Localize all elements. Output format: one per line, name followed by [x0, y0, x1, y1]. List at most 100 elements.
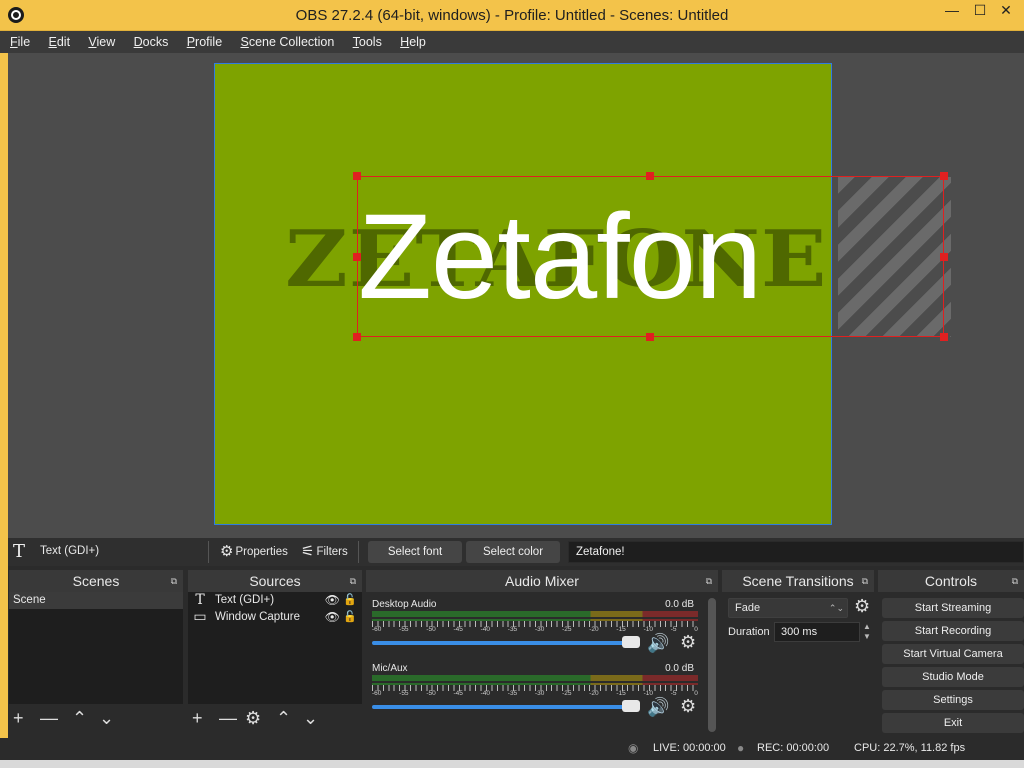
undock-icon[interactable]: ⧉ [706, 570, 712, 592]
scene-item[interactable]: Scene [9, 592, 183, 609]
docks-area: Scenes ⧉ Scene + — ⌃ ⌄ Sources ⧉ T Text … [8, 566, 1024, 738]
duration-label: Duration [728, 626, 770, 638]
toolbar-divider [358, 541, 359, 563]
filter-icon: ⚟ [301, 543, 315, 560]
gear-icon[interactable]: ⚙ [245, 708, 261, 729]
start-recording-button[interactable]: Start Recording [882, 621, 1024, 641]
chevron-up-down-icon: ⌃⌄ [828, 603, 844, 613]
select-color-button[interactable]: Select color [466, 541, 560, 563]
exit-button[interactable]: Exit [882, 713, 1024, 733]
controls-body: Start Streaming Start Recording Start Vi… [878, 592, 1024, 734]
speaker-icon[interactable]: 🔊 [647, 697, 669, 718]
resize-handle-top-left[interactable] [353, 172, 361, 180]
gear-icon: ⚙ [220, 543, 234, 560]
undock-icon[interactable]: ⧉ [350, 570, 356, 592]
settings-button[interactable]: Settings [882, 690, 1024, 710]
studio-mode-button[interactable]: Studio Mode [882, 667, 1024, 687]
move-up-icon[interactable]: ⌃ [276, 708, 291, 729]
duration-spinner-icon[interactable]: ▲ ▼ [860, 622, 874, 642]
minimize-button[interactable]: — [938, 0, 966, 22]
start-virtual-camera-button[interactable]: Start Virtual Camera [882, 644, 1024, 664]
volume-meter [372, 675, 698, 681]
close-button[interactable]: ✕ [992, 0, 1020, 22]
scenes-list[interactable]: Scene [9, 592, 183, 704]
selection-bounding-box[interactable] [357, 176, 944, 337]
add-scene-icon[interactable]: + [13, 708, 24, 729]
title-bar: OBS 27.2.4 (64-bit, windows) - Profile: … [0, 0, 1024, 31]
move-up-icon[interactable]: ⌃ [72, 708, 87, 729]
undock-icon[interactable]: ⧉ [171, 570, 177, 592]
sources-footer: + — ⚙ ⌃ ⌄ [188, 704, 362, 734]
select-font-button[interactable]: Select font [368, 541, 462, 563]
status-bar: ◉ LIVE: 00:00:00 ● REC: 00:00:00 CPU: 22… [0, 738, 1024, 760]
volume-slider-handle[interactable] [622, 636, 640, 648]
menu-docks[interactable]: Docks [129, 31, 174, 53]
resize-handle-left[interactable] [353, 253, 361, 261]
mixer-channels: Desktop Audio 0.0 dB -60 -55 -50 -45 -40 -35-… [366, 592, 718, 734]
controls-dock: Controls ⧉ Start Streaming Start Recordi… [878, 570, 1024, 734]
channel-volume-db: 0.0 dB [665, 599, 694, 610]
sources-list[interactable]: T Text (GDI+) 👁 🔓 ▭ Window Capture 👁 🔓 [188, 592, 362, 704]
window-frame-edge [0, 53, 8, 738]
scene-transitions-title: Scene Transitions ⧉ [722, 570, 874, 592]
move-down-icon[interactable]: ⌄ [303, 708, 318, 729]
source-item[interactable]: ▭ Window Capture 👁 🔓 [188, 609, 362, 626]
move-down-icon[interactable]: ⌄ [99, 708, 114, 729]
volume-slider[interactable] [372, 705, 640, 709]
sources-dock: Sources ⧉ T Text (GDI+) 👁 🔓 ▭ Window Cap… [188, 570, 362, 734]
properties-button[interactable]: ⚙ Properties [220, 540, 288, 564]
lock-icon[interactable]: 🔓 [343, 609, 357, 626]
menu-scene-collection[interactable]: Scene Collection [235, 31, 339, 53]
volume-slider-handle[interactable] [622, 700, 640, 712]
menu-file[interactable]: File [5, 31, 35, 53]
maximize-button[interactable]: ☐ [966, 0, 994, 22]
gear-icon[interactable]: ⚙ [680, 696, 696, 717]
source-item[interactable]: T Text (GDI+) 👁 🔓 [188, 592, 362, 609]
lock-icon[interactable]: 🔓 [343, 592, 357, 609]
scenes-dock: Scenes ⧉ Scene + — ⌃ ⌄ [9, 570, 183, 734]
source-text-input[interactable]: Zetafone! [568, 541, 1024, 563]
menu-view[interactable]: View [83, 31, 120, 53]
volume-slider[interactable] [372, 641, 640, 645]
window-title: OBS 27.2.4 (64-bit, windows) - Profile: … [295, 7, 729, 24]
visibility-eye-icon[interactable]: 👁 [325, 609, 340, 626]
text-icon: T [195, 592, 205, 608]
mixer-channel: Desktop Audio 0.0 dB -60 -55 -50 -45 -40 -35-… [370, 599, 698, 661]
resize-handle-bottom-left[interactable] [353, 333, 361, 341]
mixer-scrollbar[interactable] [708, 598, 716, 732]
source-toolbar: T Text (GDI+) ⚙ Properties ⚟ Filters Selec… [8, 538, 1024, 566]
transition-select[interactable]: Fade ⌃⌄ [728, 598, 848, 618]
resize-handle-right[interactable] [940, 253, 948, 261]
resize-handle-bottom[interactable] [646, 333, 654, 341]
live-broadcast-icon: ◉ [628, 741, 639, 755]
resize-handle-bottom-right[interactable] [940, 333, 948, 341]
gear-icon[interactable]: ⚙ [680, 632, 696, 653]
resize-handle-top[interactable] [646, 172, 654, 180]
speaker-icon[interactable]: 🔊 [647, 633, 669, 654]
menu-help[interactable]: Help [395, 31, 431, 53]
sources-dock-title: Sources ⧉ [188, 570, 362, 592]
resize-handle-top-right[interactable] [940, 172, 948, 180]
remove-source-icon[interactable]: — [219, 708, 237, 729]
channel-name: Desktop Audio [372, 599, 437, 610]
visibility-eye-icon[interactable]: 👁 [325, 592, 340, 609]
remove-scene-icon[interactable]: — [40, 708, 58, 729]
undock-icon[interactable]: ⧉ [1012, 570, 1018, 592]
record-dot-icon: ● [737, 741, 745, 755]
menu-profile[interactable]: Profile [182, 31, 227, 53]
live-timer: LIVE: 00:00:00 [653, 742, 726, 754]
duration-input[interactable]: 300 ms [774, 622, 860, 642]
window-icon: ▭ [193, 609, 207, 625]
text-source-icon: T [13, 541, 26, 562]
filters-button[interactable]: ⚟ Filters [301, 540, 348, 564]
menu-edit[interactable]: Edit [44, 31, 76, 53]
menu-tools[interactable]: Tools [348, 31, 387, 53]
start-streaming-button[interactable]: Start Streaming [882, 598, 1024, 618]
scene-transitions-dock: Scene Transitions ⧉ Fade ⌃⌄ ⚙ Duration 3… [722, 570, 874, 734]
preview-area[interactable]: ZETAFONE Zetafon [8, 53, 1024, 538]
toolbar-divider [208, 541, 209, 563]
scenes-footer: + — ⌃ ⌄ [9, 704, 183, 734]
undock-icon[interactable]: ⧉ [862, 570, 868, 592]
gear-icon[interactable]: ⚙ [854, 596, 870, 617]
add-source-icon[interactable]: + [192, 708, 203, 729]
